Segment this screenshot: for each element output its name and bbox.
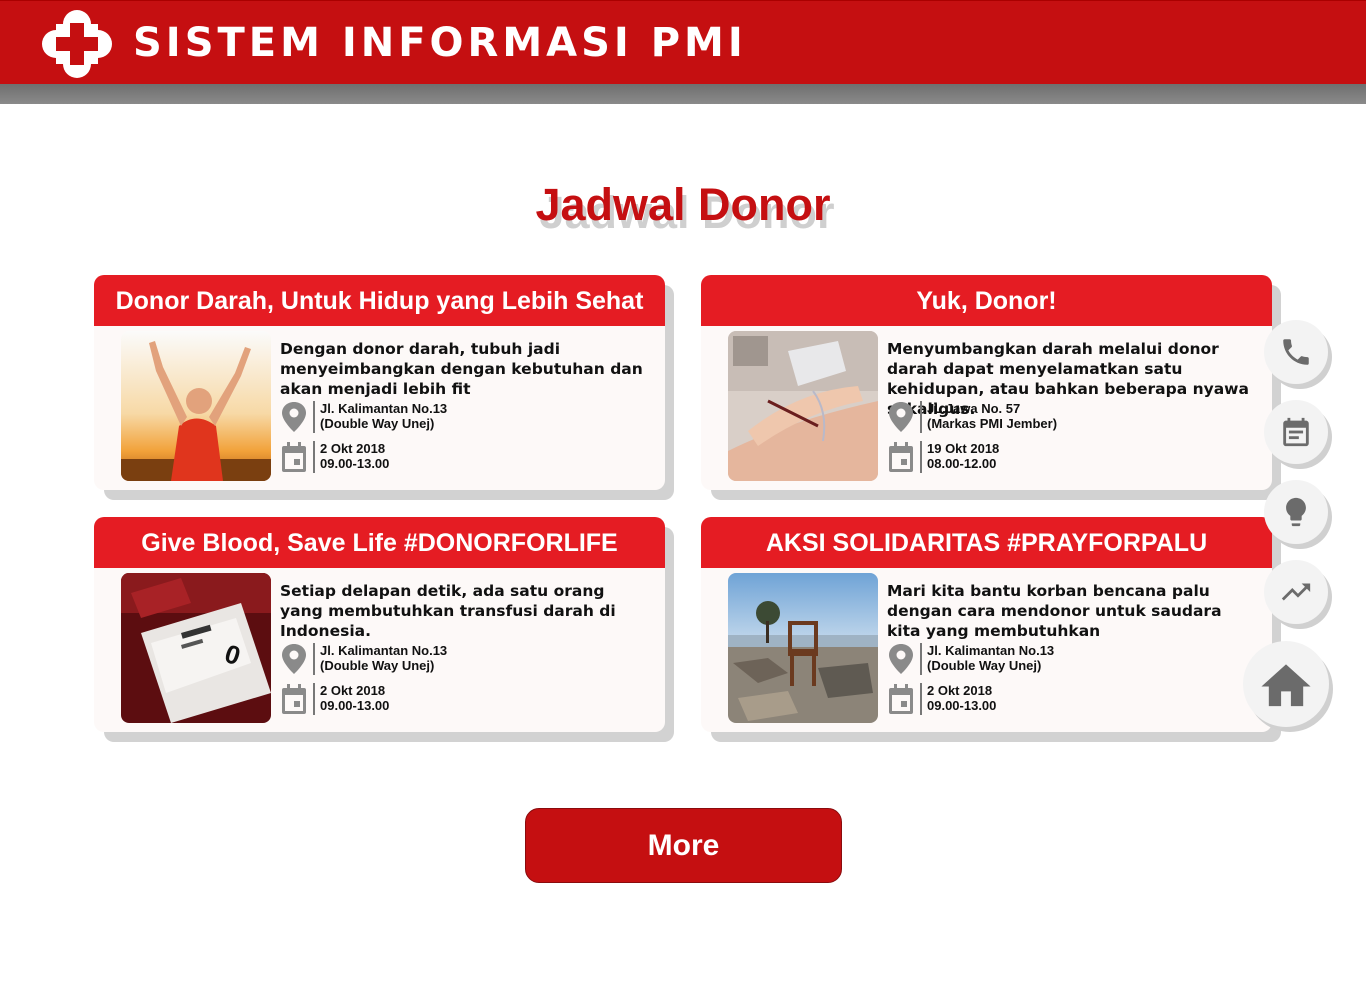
- info-separator: [313, 401, 315, 433]
- date-row: 2 Okt 2018 09.00-13.00: [280, 683, 640, 717]
- card-description: Mari kita bantu korban bencana palu deng…: [887, 582, 1222, 640]
- address-line: Jl. Kalimantan No.13: [927, 643, 1055, 658]
- address-line: Jl. Kalimantan No.13: [320, 643, 448, 658]
- address-detail: (Double Way Unej): [320, 658, 435, 673]
- card-title: AKSI SOLIDARITAS #PRAYFORPALU: [701, 517, 1272, 568]
- info-separator: [313, 441, 315, 473]
- event-time: 08.00-12.00: [927, 456, 997, 471]
- event-date: 19 Okt 2018: [927, 441, 1000, 456]
- location-row: JL.Jawa No. 57 (Markas PMI Jember): [887, 401, 1247, 435]
- lightbulb-icon: [1286, 497, 1306, 527]
- section-title: Jadwal Donor: [535, 179, 831, 230]
- address-detail: (Markas PMI Jember): [927, 416, 1058, 431]
- phone-icon: [1283, 339, 1309, 365]
- date-row: 2 Okt 2018 09.00-13.00: [280, 441, 640, 475]
- statistics-button[interactable]: [1264, 560, 1328, 624]
- location-row: Jl. Kalimantan No.13 (Double Way Unej): [887, 643, 1247, 677]
- calendar-icon: [889, 442, 913, 472]
- info-separator: [920, 401, 922, 433]
- info-separator: [920, 441, 922, 473]
- location-row: Jl. Kalimantan No.13 (Double Way Unej): [280, 643, 640, 677]
- info-separator: [313, 683, 315, 715]
- card-description: Setiap delapan detik, ada satu orang yan…: [280, 582, 616, 640]
- pmi-logo-icon[interactable]: [42, 10, 112, 78]
- event-time: 09.00-13.00: [320, 698, 390, 713]
- info-separator: [920, 643, 922, 675]
- date-row: 2 Okt 2018 09.00-13.00: [887, 683, 1247, 717]
- event-date: 2 Okt 2018: [927, 683, 993, 698]
- home-button[interactable]: [1243, 641, 1329, 727]
- event-time: 09.00-13.00: [320, 456, 390, 471]
- info-separator: [313, 643, 315, 675]
- address-detail: (Double Way Unej): [927, 658, 1042, 673]
- location-pin-icon: [889, 402, 913, 432]
- location-pin-icon: [889, 644, 913, 674]
- schedule-card[interactable]: Donor Darah, Untuk Hidup yang Lebih Seha…: [94, 275, 674, 500]
- schedule-icon: [1283, 417, 1309, 447]
- card-image-blood-bag: 0: [121, 573, 271, 723]
- tips-button[interactable]: [1264, 480, 1328, 544]
- more-button[interactable]: More: [525, 808, 842, 883]
- trending-up-icon: [1281, 583, 1311, 601]
- header-shadow: [0, 84, 1366, 104]
- event-time: 09.00-13.00: [927, 698, 997, 713]
- schedule-card[interactable]: AKSI SOLIDARITAS #PRAYFORPALU Mari kita …: [701, 517, 1281, 742]
- home-icon: [1261, 664, 1311, 707]
- date-row: 19 Okt 2018 08.00-12.00: [887, 441, 1247, 475]
- event-date: 2 Okt 2018: [320, 683, 386, 698]
- location-pin-icon: [282, 402, 306, 432]
- card-image-cheering-man: [121, 331, 271, 481]
- schedule-card[interactable]: Yuk, Donor! Menyumbangkan darah melalui …: [701, 275, 1281, 500]
- location-row: Jl. Kalimantan No.13 (Double Way Unej): [280, 401, 640, 435]
- location-pin-icon: [282, 644, 306, 674]
- calendar-icon: [282, 442, 306, 472]
- card-image-blood-donation: [728, 331, 878, 481]
- event-date: 2 Okt 2018: [320, 441, 386, 456]
- address-detail: (Double Way Unej): [320, 416, 435, 431]
- address-line: Jl. Kalimantan No.13: [320, 401, 448, 416]
- calendar-icon: [282, 684, 306, 714]
- address-line: JL.Jawa No. 57: [927, 401, 1021, 416]
- phone-button[interactable]: [1264, 320, 1328, 384]
- card-title: Yuk, Donor!: [701, 275, 1272, 326]
- schedule-button[interactable]: [1264, 400, 1328, 464]
- schedule-card[interactable]: Give Blood, Save Life #DONORFORLIFE 0 Se…: [94, 517, 674, 742]
- card-title: Donor Darah, Untuk Hidup yang Lebih Seha…: [94, 275, 665, 326]
- card-title: Give Blood, Save Life #DONORFORLIFE: [94, 517, 665, 568]
- app-header: SISTEM INFORMASI PMI: [0, 0, 1366, 84]
- app-title: SISTEM INFORMASI PMI: [133, 20, 747, 66]
- info-separator: [920, 683, 922, 715]
- card-image-disaster-debris: [728, 573, 878, 723]
- calendar-icon: [889, 684, 913, 714]
- card-description: Dengan donor darah, tubuh jadi menyeimba…: [280, 340, 643, 398]
